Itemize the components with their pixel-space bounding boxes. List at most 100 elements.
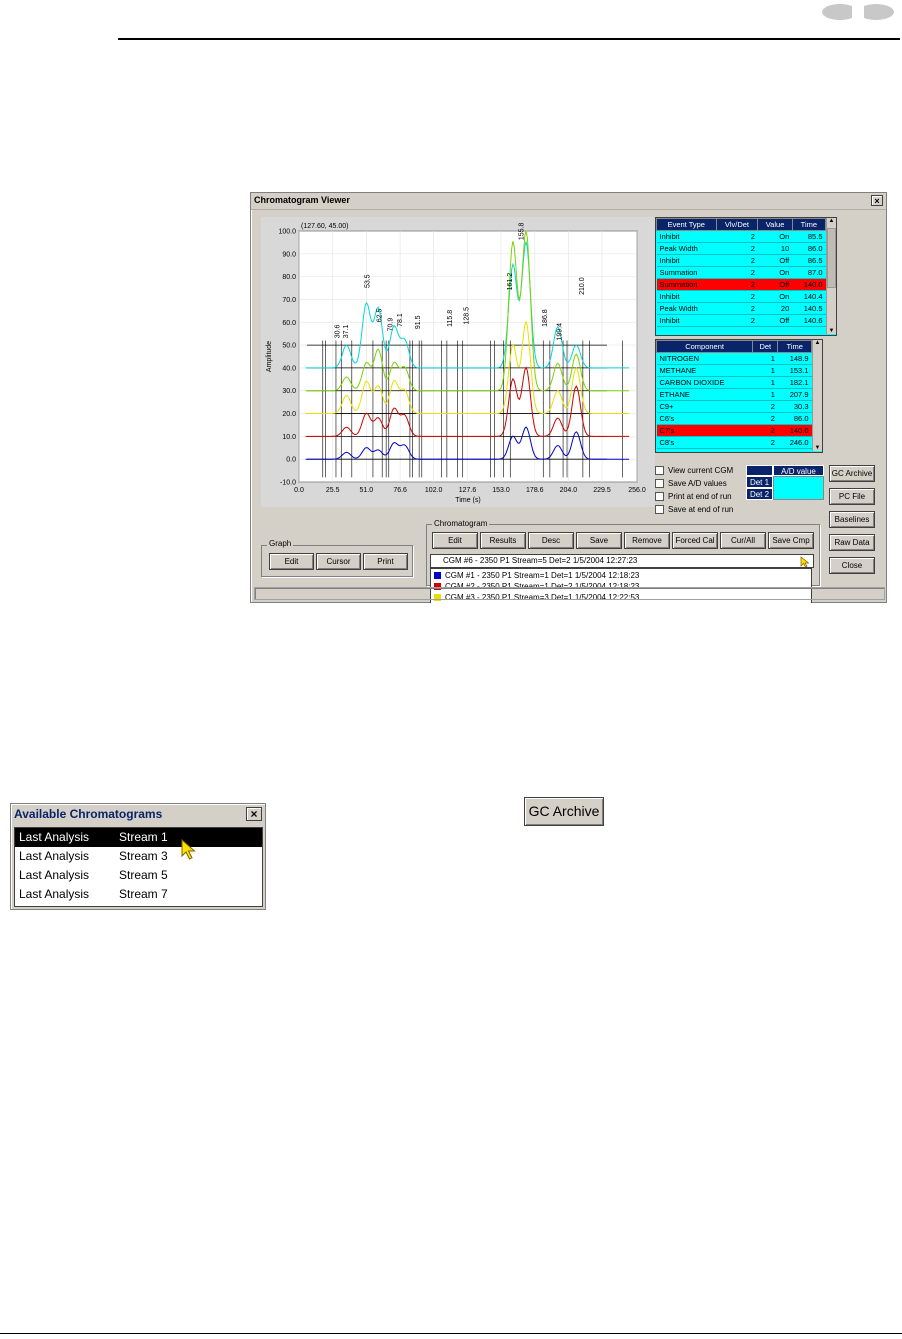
x-tick-label: 51.0 [360,487,374,494]
component-row[interactable]: NITROGEN 1 148.9 [656,352,812,365]
available-row[interactable]: Last Analysis Stream 5 [15,866,262,885]
option-checkbox[interactable]: View current CGM [655,466,733,476]
event-col-header[interactable]: Vlv/Det [715,218,759,231]
component-cell: 2 [752,424,778,437]
side-button[interactable]: PC File [829,488,875,505]
chromatogram-button[interactable]: Save Cmp [768,532,814,549]
component-col-header[interactable]: Component [656,340,754,353]
event-cell: 140.6 [792,314,826,327]
y-axis-label: Amplitude [266,341,273,372]
peak-label: 161.2 [507,273,514,291]
chromatogram-button[interactable]: Save [576,532,622,549]
chromatogram-button[interactable]: Cur/All [720,532,766,549]
peak-label: 199.4 [557,323,564,341]
available-row-stream: Stream 5 [119,868,168,882]
event-cell: Summation [656,266,717,279]
component-row[interactable]: METHANE 1 153.1 [656,364,812,377]
event-cell: Inhibit [656,230,717,243]
component-cell: METHANE [656,364,753,377]
component-row[interactable]: C9+ 2 30.3 [656,400,812,413]
component-col-header[interactable]: Det [752,340,779,353]
option-checkbox[interactable]: Save at end of run [655,505,733,515]
y-tick-label: 30.0 [282,388,296,395]
checkbox-box[interactable] [655,505,664,515]
side-button[interactable]: Baselines [829,511,875,528]
component-cell: 2 [752,436,778,449]
component-row[interactable]: C6's 2 86.0 [656,412,812,425]
graph-button[interactable]: Edit [269,553,314,570]
component-table: Component Det Time NITROGEN 1 148.9 METHANE 1 1… [655,339,823,453]
event-row[interactable]: Summation 2 On 87.0 [656,266,826,279]
y-tick-label: 90.0 [282,251,296,258]
event-col-header[interactable]: Value [757,218,793,231]
chromatogram-group-label: Chromatogram [432,519,490,528]
component-cell: C7's [656,424,753,437]
checkbox-box[interactable] [655,466,664,476]
option-checkbox[interactable]: Save A/D values [655,479,727,489]
window-close-button[interactable]: × [871,195,883,206]
ad-value-header: A/D value [773,465,824,476]
available-close-button[interactable]: × [246,807,262,821]
x-tick-label: 76.6 [393,487,407,494]
gc-archive-button[interactable]: GC Archive [524,797,604,826]
cursor-pointer-icon [800,556,810,568]
available-row-analysis: Last Analysis [19,887,90,901]
available-row-stream: Stream 3 [119,849,168,863]
x-tick-label: 25.5 [326,487,340,494]
chromatogram-button[interactable]: Remove [624,532,670,549]
event-cell: Off [757,278,793,291]
event-table-scrollbar[interactable]: ▲ ▼ [826,218,836,334]
component-cell: 1 [752,352,778,365]
event-cell: 2 [716,290,758,303]
event-row[interactable]: Inhibit 2 Off 86.5 [656,254,826,267]
peak-label: 53.5 [365,274,372,288]
x-tick-label: 0.0 [294,487,304,494]
y-tick-label: 50.0 [282,343,296,350]
x-tick-label: 204.0 [560,487,578,494]
available-row[interactable]: Last Analysis Stream 7 [15,885,262,904]
event-row[interactable]: Peak Width 2 20 140.5 [656,302,826,315]
y-tick-label: 100.0 [278,229,296,236]
component-table-scrollbar[interactable]: ▲ ▼ [812,340,822,451]
component-cell: 1 [752,364,778,377]
x-tick-label: 153.0 [492,487,510,494]
peak-label: 70.9 [388,318,395,332]
chromatogram-list-item[interactable]: CGM #1 - 2350 P1 Stream=1 Det=1 1/5/2004… [434,571,639,580]
component-row[interactable]: C8's 2 246.0 [656,436,812,449]
component-row[interactable]: CARBON DIOXIDE 1 182.1 [656,376,812,389]
component-col-header[interactable]: Time [777,340,812,353]
chromatogram-button[interactable]: Edit [432,532,478,549]
event-row[interactable]: Inhibit 2 On 140.4 [656,290,826,303]
checkbox-box[interactable] [655,479,664,489]
available-row-analysis: Last Analysis [19,830,90,844]
y-tick-label: 0.0 [286,457,296,464]
series-color-swatch [434,572,441,580]
chromatogram-button[interactable]: Results [480,532,526,549]
event-cell: 2 [716,314,758,327]
graph-button[interactable]: Cursor [316,553,361,570]
available-row[interactable]: Last Analysis Stream 1 [15,828,262,847]
event-col-header[interactable]: Event Type [656,218,717,231]
peak-label: 30.6 [334,325,341,339]
event-row[interactable]: Peak Width 2 10 86.0 [656,242,826,255]
event-row[interactable]: Inhibit 2 On 85.5 [656,230,826,243]
side-button[interactable]: Close [829,557,875,574]
available-row[interactable]: Last Analysis Stream 3 [15,847,262,866]
checkbox-box[interactable] [655,492,664,502]
chromatogram-chart[interactable]: 100.0 90.0 80.0 70.0 60.0 50.0 40.0 30.0 20.0 10.… [261,217,655,507]
event-row[interactable]: Inhibit 2 Off 140.6 [656,314,826,327]
side-button[interactable]: GC Archive [829,465,875,482]
event-row[interactable]: Summation 2 Off 140.0 [656,278,826,291]
chromatogram-select[interactable]: CGM #6 - 2350 P1 Stream=5 Det=2 1/5/2004… [430,554,814,568]
option-checkbox[interactable]: Print at end of run [655,492,732,502]
chromatogram-button[interactable]: Desc [528,532,574,549]
component-row[interactable]: ETHANE 1 207.9 [656,388,812,401]
chromatogram-button[interactable]: Forced Cal [672,532,718,549]
event-cell: 2 [716,242,758,255]
event-cell: Off [757,314,793,327]
side-button[interactable]: Raw Data [829,534,875,551]
graph-button[interactable]: Print [363,553,408,570]
checkbox-label: Save A/D values [668,479,727,488]
event-col-header[interactable]: Time [791,218,827,231]
component-row[interactable]: C7's 2 140.0 [656,424,812,437]
